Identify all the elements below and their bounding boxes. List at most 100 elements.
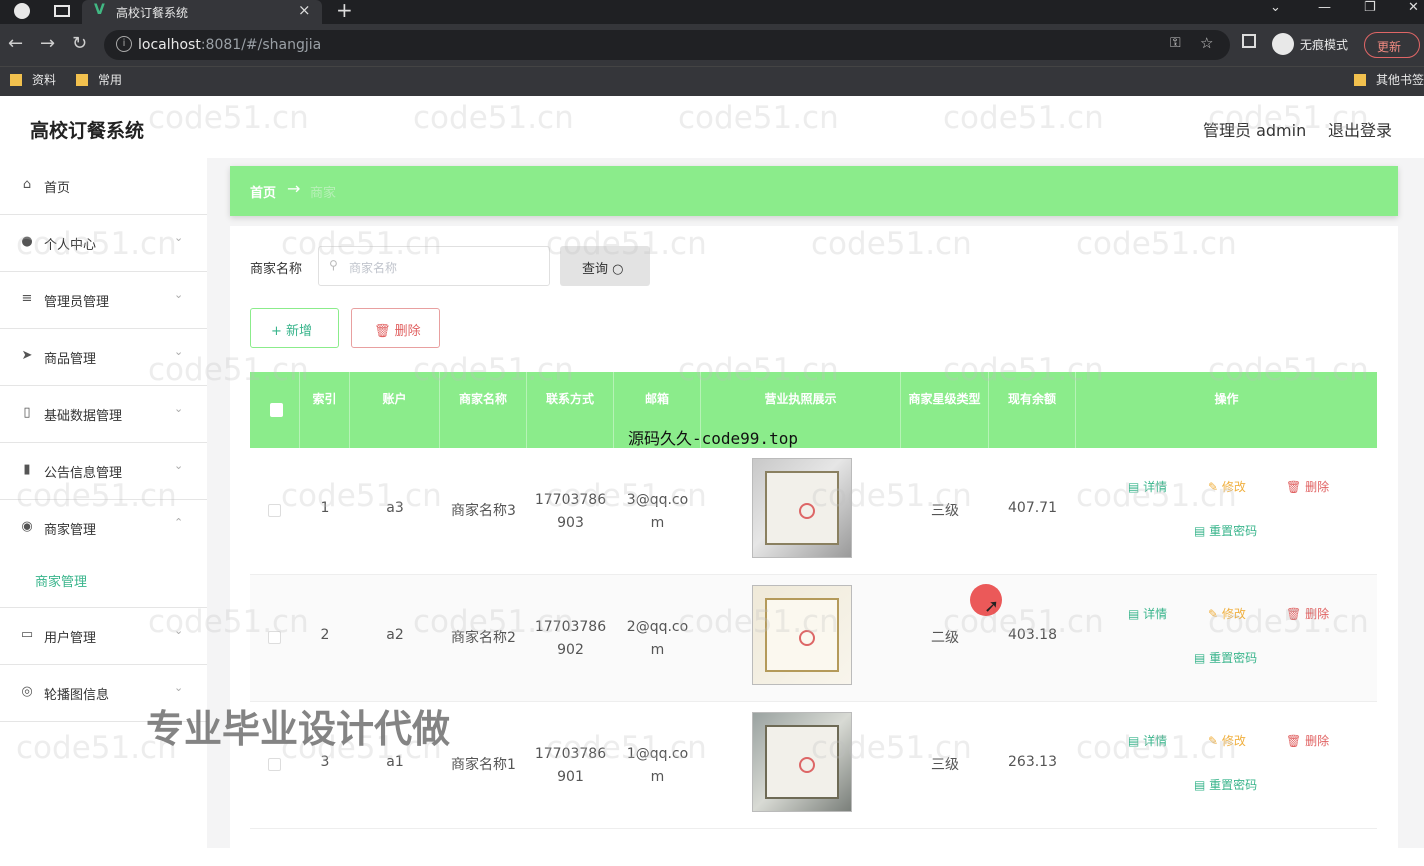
id-card-icon: ▭ [20, 627, 34, 642]
window-close-icon[interactable]: ✕ [1408, 0, 1419, 15]
detail-button[interactable]: ▤ 详情 [1128, 478, 1167, 495]
address-bar: ← → ↻ i localhost:8081/#/shangjia ⚿ ☆ 无痕… [0, 24, 1424, 66]
sidebar-item-home[interactable]: ⌂ 首页 [0, 158, 207, 215]
sidebar-item-label: 用户管理 [44, 631, 97, 646]
back-icon[interactable]: ← [8, 33, 23, 54]
edit-button[interactable]: ✎ 修改 [1208, 478, 1246, 495]
column-header[interactable]: 现有余额 [989, 372, 1076, 448]
maximize-icon[interactable]: ❐ [1364, 0, 1376, 15]
search-icon: ⚲ [329, 258, 338, 272]
row-checkbox[interactable] [268, 631, 281, 644]
sidebar-item-basic-data[interactable]: ▯ 基础数据管理 ⌄ [0, 386, 207, 443]
reset-password-button[interactable]: ▤ 重置密码 [1194, 776, 1257, 793]
cell-account: a2 [386, 627, 404, 643]
tab-list-icon[interactable]: ⌄ [1270, 0, 1281, 15]
chevron-up-icon: ⌃ [174, 516, 184, 529]
cell-balance: 263.13 [1008, 754, 1057, 770]
submenu-merchant-manage[interactable]: 商家管理 [35, 571, 87, 590]
folder-icon [1354, 74, 1366, 86]
bookmark-folder[interactable]: 常用 [76, 71, 122, 88]
sidebar-item-products[interactable]: ➤ 商品管理 ⌄ [0, 329, 207, 386]
search-icon: ○ [612, 262, 624, 277]
sidebar-item-admins[interactable]: ≡ 管理员管理 ⌄ [0, 272, 207, 329]
sidebar-item-label: 商家管理 [44, 523, 97, 538]
column-header[interactable]: 账户 [350, 372, 440, 448]
url-field[interactable]: i localhost:8081/#/shangjia ⚿ ☆ [104, 30, 1230, 60]
license-image[interactable] [752, 458, 852, 558]
breadcrumb: 首页 → 商家 [230, 166, 1398, 216]
chevron-down-icon: ⌄ [174, 345, 184, 358]
cell-name: 商家名称1 [451, 757, 516, 773]
search-input[interactable]: ⚲ 商家名称 [318, 246, 550, 286]
reload-icon[interactable]: ↻ [72, 33, 87, 54]
table-row: 1 a3 商家名称3 17703786 903 3@qq.co m 三级 407.7… [250, 448, 1377, 575]
table-header: 索引 账户 商家名称 联系方式 邮箱 营业执照展示 商家星级类型 现有余额 操作 [250, 372, 1377, 448]
folder-icon [10, 74, 22, 86]
logout-link[interactable]: 退出登录 [1328, 117, 1392, 141]
tab-title: 高校订餐系统 [116, 6, 189, 20]
column-header[interactable]: 联系方式 [527, 372, 614, 448]
delete-button[interactable]: 🗑 删除 [1286, 732, 1329, 749]
minimize-icon[interactable]: — [1318, 0, 1331, 15]
chevron-down-icon: ⌄ [174, 624, 184, 637]
column-header[interactable]: 商家名称 [440, 372, 527, 448]
new-tab-icon[interactable]: + [336, 0, 353, 22]
sidebar-item-label: 首页 [44, 181, 71, 196]
row-checkbox[interactable] [268, 504, 281, 517]
edit-button[interactable]: ✎ 修改 [1208, 605, 1246, 622]
cell-name: 商家名称2 [451, 630, 516, 646]
sidepanel-icon[interactable] [1242, 34, 1256, 48]
incognito-icon[interactable] [1272, 33, 1294, 55]
merchant-panel: 商家名称 ⚲ 商家名称 查询 ○ + 新增 🗑 删除 索引 账户 商家名称 联系… [230, 226, 1398, 866]
header-select [250, 372, 300, 448]
bookmark-folder[interactable]: 其他书签 [1354, 71, 1424, 88]
forward-icon[interactable]: → [40, 33, 55, 54]
sidebar-item-notices[interactable]: ▮ 公告信息管理 ⌄ [0, 443, 207, 500]
detail-button[interactable]: ▤ 详情 [1128, 732, 1167, 749]
delete-button[interactable]: 🗑 删除 [1286, 605, 1329, 622]
cell-name: 商家名称3 [451, 503, 516, 519]
license-image[interactable] [752, 585, 852, 685]
bookmark-folder[interactable]: 资料 [10, 71, 56, 88]
star-icon[interactable]: ☆ [1200, 34, 1213, 52]
folder-icon [76, 74, 88, 86]
select-all-checkbox[interactable] [270, 403, 283, 417]
location-icon: ◉ [21, 519, 33, 534]
cell-account: a3 [386, 500, 404, 516]
column-header[interactable]: 索引 [300, 372, 350, 448]
column-header[interactable]: 商家星级类型 [901, 372, 989, 448]
plus-icon: + [271, 324, 282, 339]
chevron-down-icon: ⌄ [174, 288, 184, 301]
update-button[interactable]: 更新 [1364, 32, 1420, 58]
reset-password-button[interactable]: ▤ 重置密码 [1194, 522, 1257, 539]
reset-password-button[interactable]: ▤ 重置密码 [1194, 649, 1257, 666]
info-icon[interactable]: i [116, 36, 132, 52]
delete-button[interactable]: 🗑 删除 [1286, 478, 1329, 495]
cell-balance: 403.18 [1008, 627, 1057, 643]
cell-phone: 17703786 903 [534, 492, 607, 531]
add-button[interactable]: + 新增 [250, 308, 339, 348]
edit-button[interactable]: ✎ 修改 [1208, 732, 1246, 749]
query-button[interactable]: 查询 ○ [560, 246, 650, 286]
bookmarks-bar: 资料 常用 其他书签 [0, 66, 1424, 96]
close-tab-icon[interactable]: × [298, 1, 311, 19]
chevron-down-icon: ⌄ [174, 681, 184, 694]
detail-button[interactable]: ▤ 详情 [1128, 605, 1167, 622]
admin-label: 管理员 admin [1203, 121, 1307, 140]
row-checkbox[interactable] [268, 758, 281, 771]
cell-level: 三级 [931, 503, 959, 519]
license-image[interactable] [752, 712, 852, 812]
sidebar-item-merchants[interactable]: ◉ 商家管理 ⌃ 商家管理 [0, 500, 207, 608]
breadcrumb-current: 商家 [310, 186, 337, 201]
key-icon[interactable]: ⚿ [1170, 35, 1181, 51]
sidebar-item-profile[interactable]: ● 个人中心 ⌄ [0, 215, 207, 272]
breadcrumb-home[interactable]: 首页 [250, 182, 276, 201]
column-header: 操作 [1214, 392, 1239, 406]
battery-icon: ▯ [23, 405, 31, 420]
batch-delete-button[interactable]: 🗑 删除 [351, 308, 440, 348]
window-icon[interactable] [54, 5, 70, 17]
cell-email: 3@qq.co m [626, 492, 689, 531]
globe-icon[interactable] [14, 3, 30, 19]
chevron-down-icon: ⌄ [174, 231, 184, 244]
sidebar-item-users[interactable]: ▭ 用户管理 ⌄ [0, 608, 207, 665]
